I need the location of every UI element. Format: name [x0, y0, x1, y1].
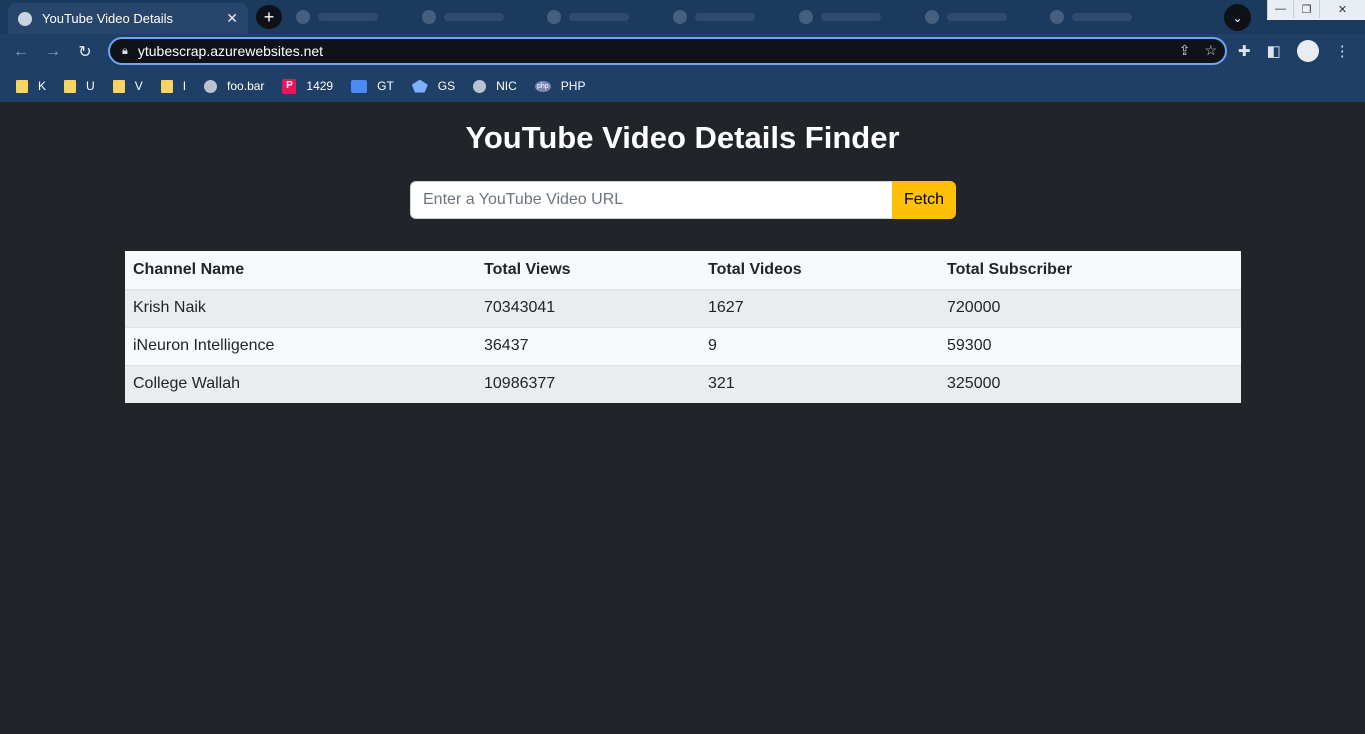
header-channel-name: Channel Name — [125, 251, 476, 290]
scholar-icon — [411, 79, 428, 93]
background-tab[interactable] — [416, 6, 536, 28]
header-total-videos: Total Videos — [700, 251, 939, 290]
cell-total-videos: 1627 — [700, 289, 939, 328]
window-close-icon[interactable]: ✕ — [1319, 0, 1365, 18]
folder-icon — [112, 79, 125, 93]
table-header-row: Channel Name Total Views Total Videos To… — [125, 251, 1241, 290]
bookmark-gt[interactable]: GT — [351, 79, 394, 93]
bookmark-1429[interactable]: P 1429 — [282, 78, 333, 94]
background-tab[interactable] — [290, 6, 410, 28]
bookmark-v[interactable]: V — [112, 79, 143, 93]
close-icon[interactable]: ✕ — [226, 10, 238, 27]
folder-icon — [16, 79, 28, 93]
tab-favicon-icon — [547, 10, 562, 24]
background-tabs — [290, 6, 1170, 28]
bookmark-gs[interactable]: GS — [411, 79, 455, 93]
globe-icon — [473, 79, 487, 93]
cell-total-views: 70343041 — [476, 289, 700, 328]
background-tab[interactable] — [919, 6, 1039, 28]
globe-icon — [204, 79, 218, 93]
lock-icon[interactable]: 🔒︎ — [122, 45, 128, 58]
page-title: YouTube Video Details Finder — [465, 120, 900, 155]
fetch-button[interactable]: Fetch — [892, 181, 956, 219]
menu-icon[interactable]: ⋮ — [1335, 42, 1350, 60]
browser-tab-active[interactable]: YouTube Video Details ✕ — [8, 3, 248, 34]
background-tab[interactable] — [541, 6, 661, 28]
window-controls: — ❐ ✕ — [1267, 0, 1365, 20]
chevron-down-icon: ⌄ — [1232, 10, 1243, 25]
tab-favicon-icon — [673, 10, 688, 24]
bookmark-u[interactable]: U — [64, 79, 95, 93]
cell-total-videos: 9 — [700, 327, 939, 366]
new-tab-button[interactable]: + — [256, 5, 282, 29]
extensions-icon[interactable]: ✚ — [1238, 42, 1251, 60]
tab-title: YouTube Video Details — [42, 11, 174, 26]
cell-channel-name: Krish Naik — [125, 289, 476, 328]
tab-strip: YouTube Video Details ✕ + ⌄ — ❐ ✕ — [0, 0, 1365, 34]
translate-icon — [351, 79, 368, 93]
tab-favicon-icon — [296, 10, 310, 24]
tab-favicon-icon — [1050, 10, 1065, 24]
cell-total-subscriber: 59300 — [939, 327, 1241, 366]
forward-icon[interactable]: → — [42, 41, 64, 63]
share-icon[interactable]: ⇪ — [1179, 42, 1191, 59]
bookmark-i[interactable]: I — [160, 79, 186, 93]
cell-total-subscriber: 325000 — [939, 365, 1241, 403]
bookmarks-bar: K U V I foo.bar P 1429 GT GS NIC php PHP — [0, 70, 1365, 102]
back-icon[interactable]: ← — [10, 41, 32, 63]
table-row: Krish Naik 70343041 1627 720000 — [125, 289, 1241, 328]
php-icon: php — [534, 80, 551, 92]
cell-total-views: 36437 — [476, 327, 700, 366]
restore-icon[interactable]: ❐ — [1293, 0, 1319, 18]
tab-search-button[interactable]: ⌄ — [1224, 4, 1251, 31]
background-tab[interactable] — [667, 6, 787, 28]
video-url-input[interactable] — [410, 181, 892, 219]
star-icon[interactable]: ☆ — [1204, 42, 1217, 59]
header-total-subscriber: Total Subscriber — [939, 251, 1241, 290]
p-logo-icon: P — [282, 78, 297, 94]
bookmark-k[interactable]: K — [16, 79, 46, 93]
browser-toolbar: ← → ↻ 🔒︎ ytubescrap.azurewebsites.net ⇪ … — [0, 34, 1365, 70]
cell-channel-name: iNeuron Intelligence — [125, 327, 476, 366]
channel-details-table: Channel Name Total Views Total Videos To… — [125, 251, 1241, 403]
profile-avatar[interactable] — [1296, 40, 1319, 62]
bookmark-php[interactable]: php PHP — [534, 79, 585, 93]
bookmark-foobar[interactable]: foo.bar — [204, 79, 264, 93]
side-panel-icon[interactable]: ◧ — [1267, 42, 1281, 60]
cell-channel-name: College Wallah — [125, 365, 476, 403]
folder-icon — [64, 79, 77, 93]
background-tab[interactable] — [1044, 6, 1164, 28]
cell-total-subscriber: 720000 — [939, 289, 1241, 328]
folder-icon — [160, 79, 173, 93]
reload-icon[interactable]: ↻ — [74, 41, 96, 63]
cell-total-views: 10986377 — [476, 365, 700, 403]
bookmark-nic[interactable]: NIC — [473, 79, 517, 93]
address-url: ytubescrap.azurewebsites.net — [137, 43, 324, 59]
globe-icon — [18, 11, 32, 26]
table-row: College Wallah 10986377 321 325000 — [125, 365, 1241, 403]
tab-favicon-icon — [924, 10, 939, 24]
background-tab[interactable] — [793, 6, 913, 28]
plus-icon: + — [263, 6, 275, 27]
tab-favicon-icon — [421, 10, 436, 24]
table-row: iNeuron Intelligence 36437 9 59300 — [125, 327, 1241, 366]
cell-total-videos: 321 — [700, 365, 939, 403]
address-bar[interactable]: 🔒︎ ytubescrap.azurewebsites.net ⇪ ☆ — [108, 37, 1227, 65]
header-total-views: Total Views — [476, 251, 700, 290]
tab-favicon-icon — [798, 10, 813, 24]
url-search-form: Fetch — [410, 181, 956, 219]
minimize-icon[interactable]: — — [1267, 0, 1293, 18]
